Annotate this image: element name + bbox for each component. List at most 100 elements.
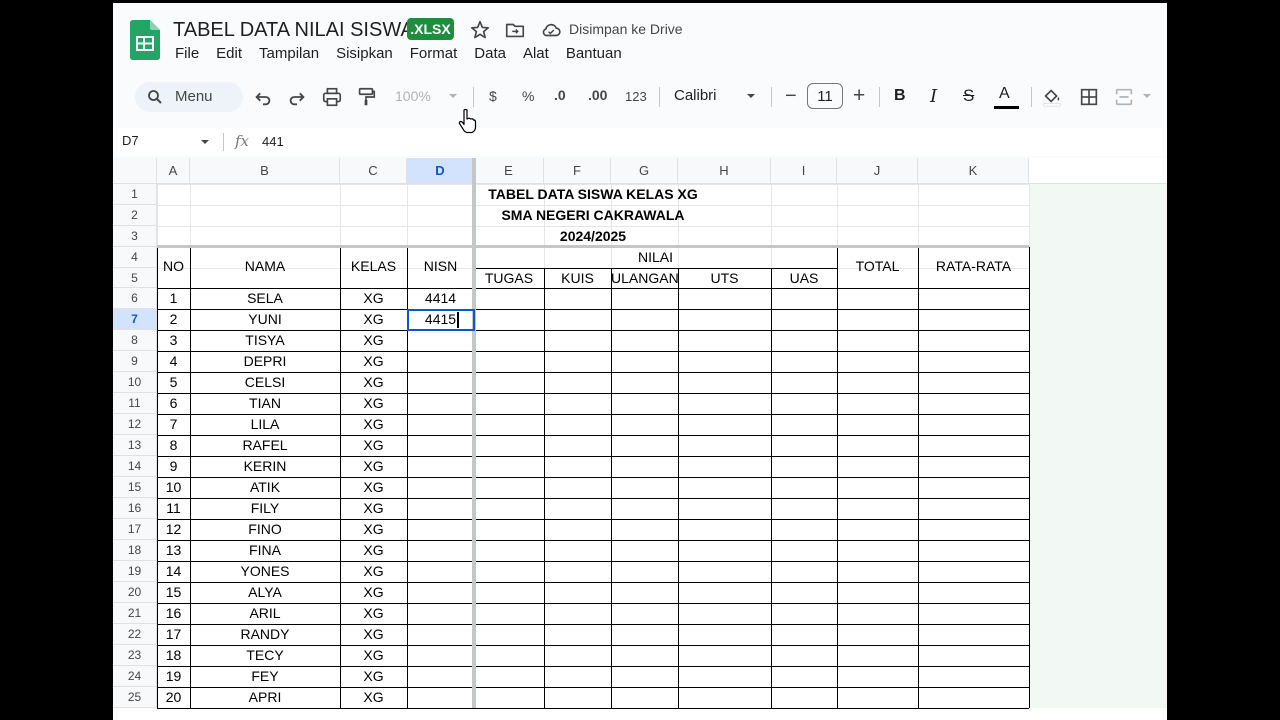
menu-tools[interactable]: Alat xyxy=(523,45,549,67)
print-icon[interactable] xyxy=(321,86,343,108)
row-header-16[interactable]: 16 xyxy=(113,498,157,519)
document-title[interactable]: TABEL DATA NILAI SISWA xyxy=(173,19,414,42)
cell-nisn[interactable]: 4414 xyxy=(407,290,474,306)
cell-nama[interactable]: APRI xyxy=(190,689,340,705)
column-header-b[interactable]: B xyxy=(190,158,340,184)
cell-kelas[interactable]: XG xyxy=(340,689,407,705)
row-header-25[interactable]: 25 xyxy=(113,687,157,708)
row-header-5[interactable]: 5 xyxy=(113,268,157,288)
column-header-a[interactable]: A xyxy=(157,158,190,184)
cell-nama[interactable]: LILA xyxy=(190,416,340,432)
row-header-13[interactable]: 13 xyxy=(113,435,157,456)
cell-nama[interactable]: ALYA xyxy=(190,584,340,600)
cell-no[interactable]: 8 xyxy=(157,437,190,453)
row-header-17[interactable]: 17 xyxy=(113,519,157,540)
star-icon[interactable] xyxy=(469,19,491,41)
merge-cells-icon[interactable] xyxy=(1113,86,1135,108)
row-header-9[interactable]: 9 xyxy=(113,351,157,372)
italic-button[interactable]: I xyxy=(930,86,937,107)
row-header-3[interactable]: 3 xyxy=(113,226,157,247)
cell-kelas[interactable]: XG xyxy=(340,626,407,642)
cell-nama[interactable]: TISYA xyxy=(190,332,340,348)
cell-no[interactable]: 14 xyxy=(157,563,190,579)
row-header-24[interactable]: 24 xyxy=(113,666,157,687)
cell-kelas[interactable]: XG xyxy=(340,353,407,369)
column-header-i[interactable]: I xyxy=(771,158,837,184)
cell-no[interactable]: 10 xyxy=(157,479,190,495)
move-folder-icon[interactable] xyxy=(504,19,526,41)
name-box[interactable]: D7 xyxy=(122,133,139,148)
currency-format-button[interactable]: $ xyxy=(489,88,497,104)
cell-no[interactable]: 13 xyxy=(157,542,190,558)
cell-kelas[interactable]: XG xyxy=(340,332,407,348)
cell-no[interactable]: 3 xyxy=(157,332,190,348)
menu-data[interactable]: Data xyxy=(474,45,506,67)
column-header-j[interactable]: J xyxy=(837,158,918,184)
cloud-saved-icon[interactable] xyxy=(540,19,562,41)
cell-no[interactable]: 11 xyxy=(157,500,190,516)
cell-no[interactable]: 20 xyxy=(157,689,190,705)
cell-nama[interactable]: CELSI xyxy=(190,374,340,390)
row-header-14[interactable]: 14 xyxy=(113,456,157,477)
column-header-c[interactable]: C xyxy=(340,158,407,184)
spreadsheet-grid[interactable]: A B C D E F G H I J K 1 2 3 4 5 6 7 8 9 10 11 12 13 14 15 16 17 18 19… xyxy=(113,158,1167,720)
cell-kelas[interactable]: XG xyxy=(340,311,407,327)
row-header-20[interactable]: 20 xyxy=(113,582,157,603)
active-cell-d7[interactable] xyxy=(407,309,475,331)
cell-no[interactable]: 5 xyxy=(157,374,190,390)
cell-kelas[interactable]: XG xyxy=(340,416,407,432)
row-header-6[interactable]: 6 xyxy=(113,288,157,309)
redo-icon[interactable] xyxy=(286,86,308,108)
cell-nama[interactable]: FINO xyxy=(190,521,340,537)
cell-nama[interactable]: ARIL xyxy=(190,605,340,621)
decrease-font-size-button[interactable]: − xyxy=(785,85,797,108)
paint-format-icon[interactable] xyxy=(355,86,377,108)
cell-nama[interactable]: YONES xyxy=(190,563,340,579)
cell-kelas[interactable]: XG xyxy=(340,647,407,663)
menu-insert[interactable]: Sisipkan xyxy=(336,45,393,67)
sheets-logo-icon[interactable] xyxy=(130,20,160,60)
cell-kelas[interactable]: XG xyxy=(340,584,407,600)
merge-dropdown-icon[interactable] xyxy=(1141,91,1153,101)
more-formats-button[interactable]: 123 xyxy=(625,89,647,104)
menu-format[interactable]: Format xyxy=(410,45,458,67)
cell-nama[interactable]: FEY xyxy=(190,668,340,684)
text-color-button[interactable]: A xyxy=(999,85,1010,103)
font-size-input[interactable]: 11 xyxy=(807,83,843,109)
formula-input[interactable]: 441 xyxy=(262,134,284,149)
row-header-23[interactable]: 23 xyxy=(113,645,157,666)
cell-no[interactable]: 17 xyxy=(157,626,190,642)
cell-kelas[interactable]: XG xyxy=(340,563,407,579)
cell-nama[interactable]: YUNI xyxy=(190,311,340,327)
row-header-19[interactable]: 19 xyxy=(113,561,157,582)
row-header-10[interactable]: 10 xyxy=(113,372,157,393)
cell-kelas[interactable]: XG xyxy=(340,479,407,495)
zoom-select[interactable]: 100% xyxy=(395,88,431,104)
select-all-corner[interactable] xyxy=(113,158,157,184)
cell-no[interactable]: 9 xyxy=(157,458,190,474)
column-header-k[interactable]: K xyxy=(918,158,1029,184)
cell-no[interactable]: 15 xyxy=(157,584,190,600)
menu-edit[interactable]: Edit xyxy=(216,45,242,67)
menu-file[interactable]: File xyxy=(175,45,199,67)
cell-nama[interactable]: KERIN xyxy=(190,458,340,474)
menu-help[interactable]: Bantuan xyxy=(566,45,622,67)
cell-kelas[interactable]: XG xyxy=(340,290,407,306)
cell-kelas[interactable]: XG xyxy=(340,437,407,453)
cell-nama[interactable]: DEPRI xyxy=(190,353,340,369)
search-menus[interactable]: Menu xyxy=(135,82,243,112)
cell-no[interactable]: 2 xyxy=(157,311,190,327)
cell-no[interactable]: 19 xyxy=(157,668,190,684)
cell-no[interactable]: 7 xyxy=(157,416,190,432)
cell-kelas[interactable]: XG xyxy=(340,605,407,621)
name-box-dropdown-icon[interactable] xyxy=(200,138,210,146)
cell-kelas[interactable]: XG xyxy=(340,458,407,474)
cell-kelas[interactable]: XG xyxy=(340,500,407,516)
cell-kelas[interactable]: XG xyxy=(340,542,407,558)
increase-font-size-button[interactable]: + xyxy=(853,84,865,108)
cell-no[interactable]: 6 xyxy=(157,395,190,411)
cell-nama[interactable]: RAFEL xyxy=(190,437,340,453)
column-header-e[interactable]: E xyxy=(474,158,544,184)
zoom-dropdown-icon[interactable] xyxy=(447,91,459,101)
cell-no[interactable]: 12 xyxy=(157,521,190,537)
